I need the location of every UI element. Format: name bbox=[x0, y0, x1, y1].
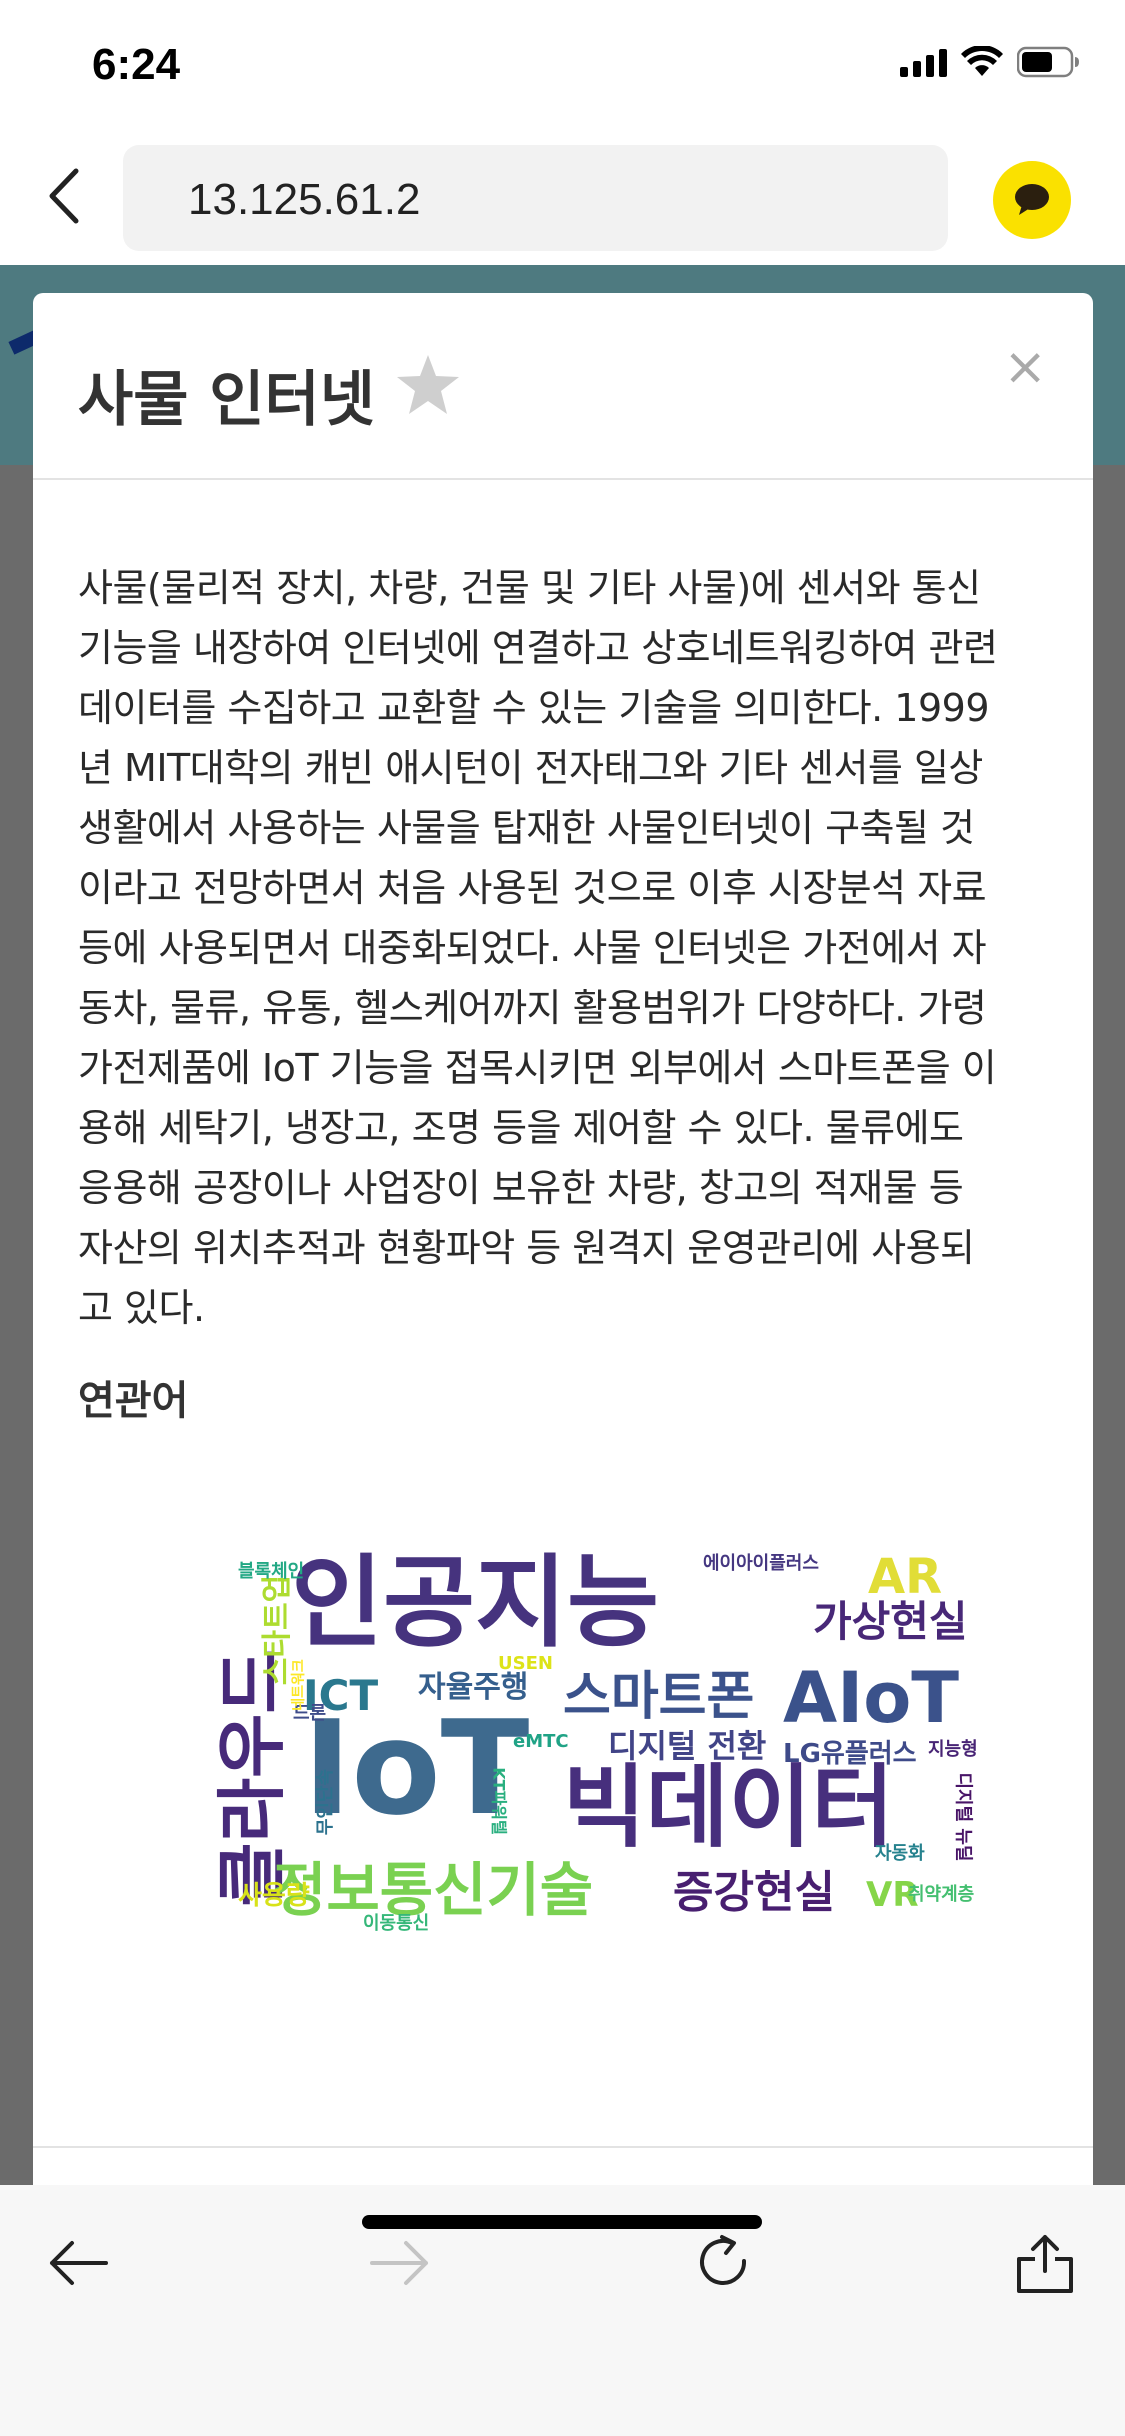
description-line: 사물(물리적 장치, 차량, 건물 및 기타 사물)에 센서와 통신 bbox=[78, 566, 981, 610]
wordcloud-word: 지능형 bbox=[928, 1739, 978, 1760]
wordcloud-word: KT파워텔 bbox=[489, 1767, 509, 1835]
description-line: 자산의 위치추적과 현황파악 등 원격지 운영관리에 사용되 bbox=[78, 1226, 975, 1270]
description-line: 데이터를 수집하고 교환할 수 있는 기술을 의미한다. 1999 bbox=[78, 686, 990, 730]
back-chevron-icon[interactable] bbox=[40, 161, 90, 231]
wordcloud-word: 스마트폰 bbox=[563, 1667, 755, 1727]
wordcloud-word: 빅데이터 bbox=[563, 1755, 895, 1860]
wordcloud-word: 자동화 bbox=[875, 1843, 925, 1864]
favorite-star-icon[interactable] bbox=[395, 353, 461, 417]
description-line: 년 MIT대학의 캐빈 애시턴이 전자태그와 기타 센서를 일상 bbox=[78, 746, 983, 790]
wordcloud-word: AR bbox=[868, 1549, 943, 1605]
share-icon[interactable] bbox=[1005, 2223, 1085, 2303]
modal-footer-divider bbox=[33, 2146, 1093, 2148]
address-bar[interactable]: 13.125.61.2 bbox=[123, 145, 948, 251]
wordcloud-word: 인공지능 bbox=[291, 1544, 659, 1661]
reload-icon[interactable] bbox=[684, 2223, 764, 2303]
term-description: 사물(물리적 장치, 차량, 건물 및 기타 사물)에 센서와 통신 기능을 내… bbox=[78, 558, 1068, 1338]
wordcloud-word: USEN bbox=[498, 1653, 553, 1674]
close-icon[interactable]: × bbox=[1003, 341, 1047, 393]
description-line: 동차, 물류, 유통, 헬스케어까지 활용범위가 다양하다. 가령 bbox=[78, 986, 987, 1030]
description-line: 기능을 내장하여 인터넷에 연결하고 상호네트워킹하여 관련 bbox=[78, 626, 998, 670]
kakao-chat-button[interactable] bbox=[993, 161, 1071, 239]
chat-bubble-icon bbox=[1015, 184, 1049, 215]
back-arrow-icon[interactable] bbox=[38, 2223, 118, 2303]
wordcloud-word: 네트워크 bbox=[290, 1659, 307, 1711]
related-terms-heading: 연관어 bbox=[78, 1378, 189, 1424]
wordcloud-word: LG유플러스 bbox=[783, 1739, 917, 1769]
related-terms-wordcloud: IoT 인공지능 빅데이터 클라우드 정보통신기술 스마트폰 AIoT 가상현실… bbox=[193, 1543, 993, 1983]
wordcloud-word: 정보통신기술 bbox=[273, 1856, 594, 1924]
description-line: 등에 사용되면서 대중화되었다. 사물 인터넷은 가전에서 자 bbox=[78, 926, 987, 970]
wordcloud-word: 증강현실 bbox=[673, 1867, 835, 1918]
wordcloud-word: 사용량 bbox=[238, 1881, 310, 1911]
wordcloud-word: 디지털 전환 bbox=[608, 1727, 767, 1765]
wordcloud-word: 자율주행 bbox=[418, 1670, 529, 1705]
description-line: 이라고 전망하면서 처음 사용된 것으로 이후 시장분석 자료 bbox=[78, 866, 987, 910]
description-line: 응용해 공장이나 사업장이 보유한 차량, 창고의 적재물 등 bbox=[78, 1166, 964, 1210]
status-icons bbox=[900, 46, 1081, 78]
wordcloud-word: 무인단속 bbox=[315, 1768, 337, 1836]
description-line: 고 있다. bbox=[78, 1286, 205, 1330]
wordcloud-word: 스타트업 bbox=[260, 1574, 296, 1686]
cellular-signal-icon bbox=[900, 47, 947, 77]
wordcloud-word: 에이아이플러스 bbox=[703, 1553, 819, 1574]
forward-arrow-icon[interactable] bbox=[360, 2223, 440, 2303]
home-indicator bbox=[362, 2215, 762, 2229]
wordcloud-word: 이동통신 bbox=[363, 1913, 430, 1934]
modal-header: 사물 인터넷 × bbox=[33, 293, 1093, 480]
wordcloud-word: 취약계층 bbox=[908, 1884, 975, 1905]
term-modal: 사물 인터넷 × 사물(물리적 장치, 차량, 건물 및 기타 사물)에 센서와… bbox=[33, 293, 1093, 2213]
description-line: 가전제품에 IoT 기능을 접목시키면 외부에서 스마트폰을 이 bbox=[78, 1046, 997, 1090]
wifi-icon bbox=[961, 46, 1003, 78]
wordcloud-word: 디지털 뉴딜 bbox=[952, 1772, 974, 1862]
wordcloud-word: AIoT bbox=[783, 1657, 960, 1739]
status-bar: 6:24 bbox=[0, 0, 1125, 135]
modal-title: 사물 인터넷 bbox=[78, 365, 375, 435]
url-text: 13.125.61.2 bbox=[188, 175, 421, 224]
description-line: 생활에서 사용하는 사물을 탑재한 사물인터넷이 구축될 것 bbox=[78, 806, 975, 850]
wordcloud-word: 블록체인 bbox=[238, 1561, 305, 1582]
browser-nav-bar: 13.125.61.2 bbox=[0, 135, 1125, 265]
wordcloud-word: 가상현실 bbox=[813, 1597, 968, 1646]
description-line: 용해 세탁기, 냉장고, 조명 등을 제어할 수 있다. 물류에도 bbox=[78, 1106, 964, 1150]
status-time: 6:24 bbox=[92, 40, 181, 89]
wordcloud-word: eMTC bbox=[513, 1731, 569, 1752]
battery-icon bbox=[1017, 46, 1081, 78]
